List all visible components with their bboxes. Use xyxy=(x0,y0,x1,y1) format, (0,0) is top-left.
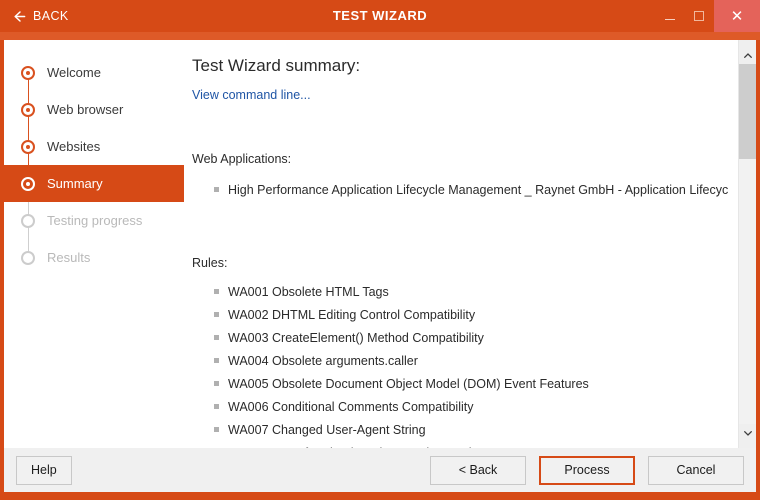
sidebar-item-websites[interactable]: Websites xyxy=(4,128,184,165)
square-bullet-icon xyxy=(214,335,219,340)
summary-content: Test Wizard summary: View command line..… xyxy=(184,40,729,448)
list-item-label: WA004 Obsolete arguments.caller xyxy=(228,354,418,368)
list-item: WA004 Obsolete arguments.caller xyxy=(192,354,729,377)
cancel-button[interactable]: Cancel xyxy=(648,455,744,485)
footer-button-group: < Back Process Cancel xyxy=(430,455,744,485)
sidebar-item-web-browser[interactable]: Web browser xyxy=(4,91,184,128)
list-item-label: WA001 Obsolete HTML Tags xyxy=(228,285,389,299)
page-title: Test Wizard summary: xyxy=(192,56,361,75)
sidebar-item-results[interactable]: Results xyxy=(4,239,184,276)
window-controls: ✕ xyxy=(656,0,760,32)
sidebar-item-summary[interactable]: Summary xyxy=(4,165,184,202)
wizard-window: BACK TEST WIZARD ✕ Welcome Web browser W… xyxy=(0,0,760,500)
sidebar-item-testing-progress[interactable]: Testing progress xyxy=(4,202,184,239)
arrow-left-icon xyxy=(14,10,26,22)
scrollbar-thumb[interactable] xyxy=(739,64,756,159)
minimize-button[interactable] xyxy=(656,0,684,32)
web-applications-label: Web Applications: xyxy=(192,152,292,166)
close-button[interactable]: ✕ xyxy=(714,0,760,32)
square-bullet-icon xyxy=(214,427,219,432)
close-icon: ✕ xyxy=(730,7,744,25)
scroll-up-button[interactable] xyxy=(739,46,756,64)
back-button-label: BACK xyxy=(33,8,69,23)
back-nav-button[interactable]: < Back xyxy=(430,455,526,485)
list-item: WA002 DHTML Editing Control Compatibilit… xyxy=(192,308,729,331)
footer-bar: Help < Back Process Cancel xyxy=(0,448,760,500)
list-item-label: WA007 Changed User-Agent String xyxy=(228,423,426,437)
square-bullet-icon xyxy=(214,358,219,363)
list-item-label: WA002 DHTML Editing Control Compatibilit… xyxy=(228,308,476,322)
help-button[interactable]: Help xyxy=(16,455,72,485)
list-item-label: WA005 Obsolete Document Object Model (DO… xyxy=(228,377,589,391)
scrollbar-track[interactable] xyxy=(739,64,756,424)
square-bullet-icon xyxy=(214,381,219,386)
sidebar-item-label: Web browser xyxy=(47,102,124,117)
wizard-sidebar: Welcome Web browser Websites Summary Tes xyxy=(4,40,184,448)
square-bullet-icon xyxy=(214,404,219,409)
sidebar-item-label: Welcome xyxy=(47,65,101,80)
content-scrollbar[interactable] xyxy=(738,40,756,448)
list-item-label: WA006 Conditional Comments Compatibility xyxy=(228,400,474,414)
scroll-down-button[interactable] xyxy=(739,424,756,442)
step-status-icon-active xyxy=(21,176,35,191)
list-item: WA005 Obsolete Document Object Model (DO… xyxy=(192,377,729,400)
minimize-icon xyxy=(665,19,675,20)
chevron-down-icon xyxy=(743,430,752,436)
title-bar: BACK TEST WIZARD ✕ xyxy=(0,0,760,32)
square-bullet-icon xyxy=(214,289,219,294)
summary-content-panel: Test Wizard summary: View command line..… xyxy=(184,40,756,448)
step-status-icon-done xyxy=(21,65,35,80)
rules-label: Rules: xyxy=(192,256,228,270)
sidebar-item-label: Websites xyxy=(47,139,101,154)
list-item: WA001 Obsolete HTML Tags xyxy=(192,285,729,308)
back-button[interactable]: BACK xyxy=(13,0,69,32)
step-list: Welcome Web browser Websites Summary Tes xyxy=(4,54,184,276)
sidebar-item-label: Summary xyxy=(47,176,103,191)
list-item-label: High Performance Application Lifecycle M… xyxy=(228,183,729,197)
sidebar-item-welcome[interactable]: Welcome xyxy=(4,54,184,91)
maximize-button[interactable] xyxy=(684,0,714,32)
list-item: WA003 CreateElement() Method Compatibili… xyxy=(192,331,729,354)
step-status-icon-todo xyxy=(21,250,35,265)
process-button[interactable]: Process xyxy=(539,455,635,485)
square-bullet-icon xyxy=(214,312,219,317)
web-applications-list: High Performance Application Lifecycle M… xyxy=(192,183,729,206)
title-bar-underbar xyxy=(0,32,760,40)
view-command-line-link[interactable]: View command line... xyxy=(192,88,311,102)
list-item-label: WA003 CreateElement() Method Compatibili… xyxy=(228,331,484,345)
rules-list: WA001 Obsolete HTML Tags WA002 DHTML Edi… xyxy=(192,285,729,448)
wizard-body: Welcome Web browser Websites Summary Tes xyxy=(0,40,760,448)
step-status-icon-done xyxy=(21,139,35,154)
sidebar-item-label: Results xyxy=(47,250,91,265)
list-item: WA007 Changed User-Agent String xyxy=(192,423,729,446)
maximize-icon xyxy=(694,11,704,21)
window-title: TEST WIZARD xyxy=(332,8,428,23)
square-bullet-icon xyxy=(214,187,219,192)
chevron-up-icon xyxy=(743,52,752,58)
step-status-icon-todo xyxy=(21,213,35,228)
sidebar-item-label: Testing progress xyxy=(47,213,143,228)
step-status-icon-done xyxy=(21,102,35,117)
list-item: High Performance Application Lifecycle M… xyxy=(192,183,729,206)
list-item: WA006 Conditional Comments Compatibility xyxy=(192,400,729,423)
